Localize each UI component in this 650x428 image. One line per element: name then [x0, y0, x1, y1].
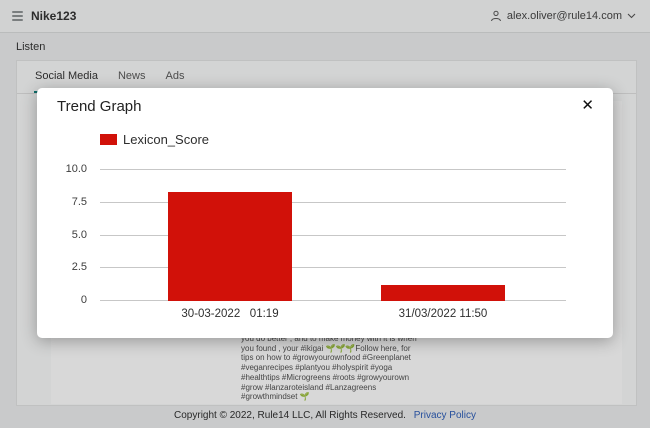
plot-area: 30-03-2022 01:19 31/03/2022 11:50 — [100, 170, 566, 301]
x-axis-label: 30-03-2022 01:19 — [181, 308, 278, 320]
app-window: Nike123 alex.oliver@rule14.com Listen So… — [0, 0, 650, 428]
y-axis-labels: 02.55.07.510.0 — [37, 170, 93, 301]
modal-title: Trend Graph — [57, 98, 142, 115]
trend-bar[interactable] — [381, 285, 505, 301]
y-tick-label: 10.0 — [66, 163, 87, 175]
y-tick-label: 0 — [81, 294, 87, 306]
legend-swatch — [100, 134, 117, 145]
y-tick-label: 2.5 — [72, 261, 87, 273]
trend-bar[interactable] — [168, 192, 292, 301]
chart-legend: Lexicon_Score — [100, 132, 209, 147]
y-tick-label: 7.5 — [72, 196, 87, 208]
trend-graph-modal: Trend Graph ✕ Lexicon_Score 0 2.5 5.0 7.5 10… — [37, 88, 613, 338]
close-icon[interactable]: ✕ — [581, 97, 594, 115]
legend-label: Lexicon_Score — [123, 132, 209, 147]
x-axis-label: 31/03/2022 11:50 — [399, 308, 488, 320]
gridline — [100, 169, 566, 170]
y-tick-label: 5.0 — [72, 229, 87, 241]
